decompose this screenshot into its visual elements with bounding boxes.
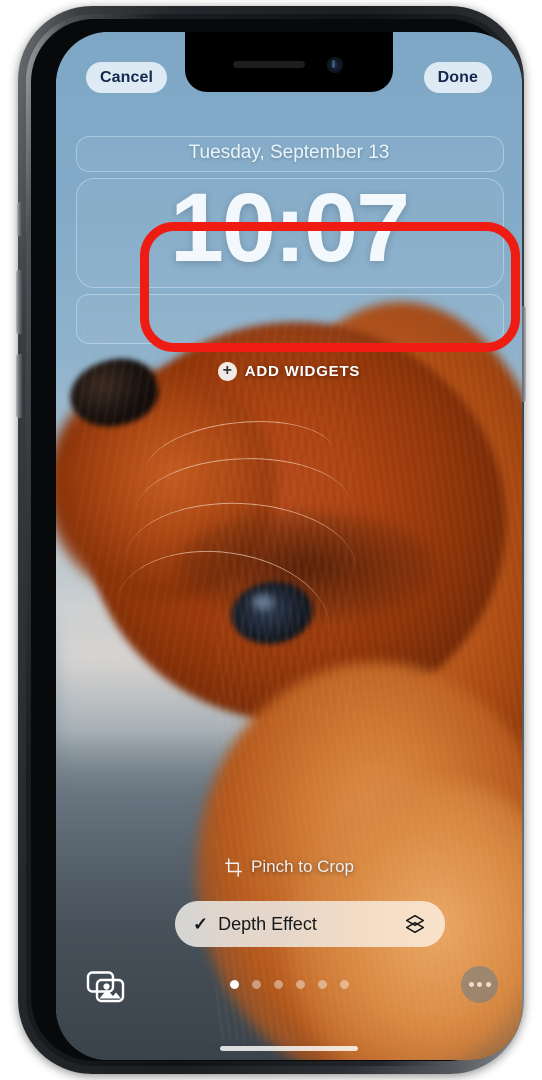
page-dot[interactable]	[273, 980, 283, 989]
volume-down-button[interactable]	[16, 354, 22, 418]
front-camera-icon	[327, 57, 343, 73]
crop-icon	[225, 857, 242, 877]
phone-screen: Tuesday, September 13 10:07 + ADD WIDGET…	[56, 32, 522, 1060]
layers-icon	[405, 914, 425, 934]
pinch-to-crop-hint: Pinch to Crop	[56, 857, 522, 877]
page-dot[interactable]	[229, 980, 239, 989]
page-dot[interactable]	[317, 980, 327, 989]
add-widgets-button[interactable]: + ADD WIDGETS	[56, 362, 522, 381]
photo-picker-button[interactable]	[86, 970, 126, 1009]
cancel-button[interactable]: Cancel	[86, 62, 168, 93]
page-dot[interactable]	[251, 980, 261, 989]
done-button[interactable]: Done	[423, 62, 492, 93]
page-indicator[interactable]	[56, 980, 522, 989]
plus-circle-icon: +	[217, 362, 237, 381]
bottom-toolbar	[56, 962, 522, 1022]
ellipsis-dot	[485, 982, 491, 987]
lock-screen-clock[interactable]: 10:07	[56, 179, 522, 276]
ellipsis-dot	[468, 982, 474, 987]
more-options-button[interactable]	[461, 966, 498, 1003]
ellipsis-dot	[477, 982, 482, 987]
page-dot[interactable]	[339, 980, 349, 989]
page-dot[interactable]	[295, 980, 305, 989]
speaker-grille-icon	[233, 61, 305, 68]
pinch-to-crop-label: Pinch to Crop	[251, 857, 354, 876]
lock-screen-date[interactable]: Tuesday, September 13	[56, 142, 522, 164]
checkmark-icon: ✓	[193, 913, 209, 934]
notch	[185, 32, 393, 92]
depth-effect-label: Depth Effect	[218, 913, 317, 934]
mute-switch[interactable]	[17, 202, 22, 236]
depth-effect-toggle[interactable]: ✓ Depth Effect	[175, 901, 445, 947]
add-widgets-label: ADD WIDGETS	[244, 363, 361, 380]
volume-up-button[interactable]	[16, 270, 22, 334]
widget-slot-bottom[interactable]	[76, 294, 504, 344]
phone-frame: Tuesday, September 13 10:07 + ADD WIDGET…	[16, 6, 526, 1074]
home-indicator[interactable]	[220, 1046, 358, 1051]
